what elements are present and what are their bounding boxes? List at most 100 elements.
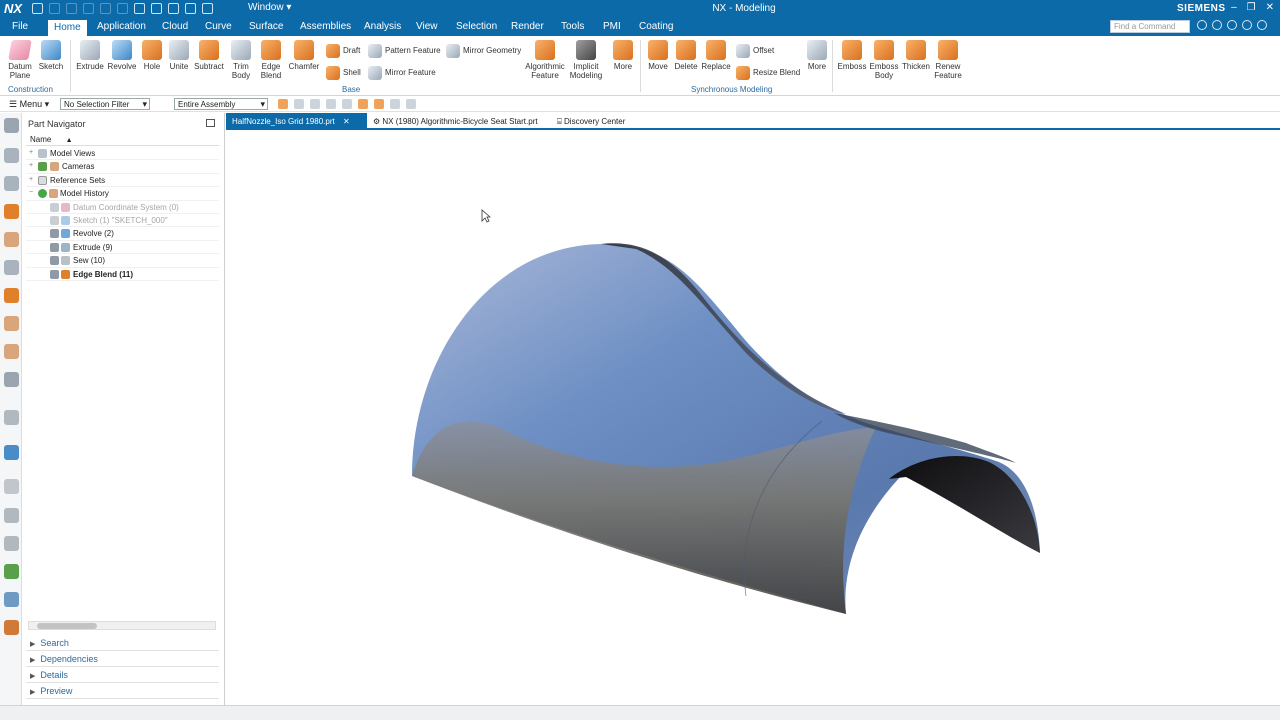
- tree-node-extrude[interactable]: Extrude (9): [26, 241, 219, 255]
- pattern-feature-button[interactable]: Pattern Feature: [368, 44, 441, 58]
- tab-cloud[interactable]: Cloud: [162, 21, 188, 32]
- mirror-feature-button[interactable]: Mirror Feature: [368, 66, 436, 80]
- tab-selection[interactable]: Selection: [456, 21, 497, 32]
- select-face-icon[interactable]: [310, 99, 320, 109]
- show-hide-icon[interactable]: [390, 99, 400, 109]
- tree-node-edge-blend[interactable]: Edge Blend (11): [26, 268, 219, 281]
- timeline-icon[interactable]: [4, 479, 19, 494]
- roles-icon[interactable]: [4, 288, 19, 303]
- tab-home[interactable]: Home: [48, 20, 87, 36]
- knowledge-icon[interactable]: [4, 508, 19, 523]
- selection-scope-dropdown[interactable]: Entire Assembly: [174, 98, 268, 110]
- minimize-button[interactable]: –: [1231, 2, 1237, 13]
- tree-node-model-history[interactable]: − Model History: [26, 187, 219, 201]
- restore-button[interactable]: ❐: [1247, 2, 1256, 13]
- window-list-icon[interactable]: [202, 3, 213, 14]
- emboss-button[interactable]: Emboss: [837, 40, 867, 71]
- draft-button[interactable]: Draft: [326, 44, 360, 58]
- paste-icon[interactable]: [117, 3, 128, 14]
- select-component-icon[interactable]: [374, 99, 384, 109]
- full-screen-icon[interactable]: [1227, 20, 1237, 30]
- reuse-library-icon[interactable]: [4, 232, 19, 247]
- palette-icon[interactable]: [4, 620, 19, 635]
- close-button[interactable]: ✕: [1266, 2, 1274, 13]
- expand-icon[interactable]: +: [29, 149, 33, 156]
- delete-button[interactable]: Delete: [673, 40, 699, 71]
- base-more-button[interactable]: More: [610, 40, 636, 71]
- tree-node-sketch[interactable]: Sketch (1) "SKETCH_000": [26, 214, 219, 228]
- constraint-navigator-icon[interactable]: [4, 176, 19, 191]
- revolve-button[interactable]: Revolve: [107, 40, 137, 71]
- checkmark-icon[interactable]: [1257, 20, 1267, 30]
- close-icon[interactable]: ✕: [343, 117, 350, 126]
- tab-view[interactable]: View: [416, 21, 438, 32]
- save-icon[interactable]: [32, 3, 43, 14]
- select-curve-icon[interactable]: [342, 99, 352, 109]
- algorithmic-feature-button[interactable]: Algorithmic Feature: [523, 40, 567, 80]
- sync-more-button[interactable]: More: [804, 40, 830, 71]
- copy-icon[interactable]: [100, 3, 111, 14]
- process-studio-icon[interactable]: [4, 344, 19, 359]
- simulation-icon[interactable]: [4, 564, 19, 579]
- tab-analysis[interactable]: Analysis: [364, 21, 401, 32]
- chamfer-button[interactable]: Chamfer: [288, 40, 320, 71]
- link-icon[interactable]: [185, 3, 196, 14]
- renew-feature-button[interactable]: Renew Feature: [933, 40, 963, 80]
- settings-icon[interactable]: [4, 118, 19, 133]
- command-search-input[interactable]: Find a Command: [1110, 20, 1190, 33]
- search-icon[interactable]: [4, 592, 19, 607]
- select-body-icon[interactable]: [358, 99, 368, 109]
- shell-button[interactable]: Shell: [326, 66, 361, 80]
- doc-tab-halfnozzle[interactable]: HalfNozzle_Iso Grid 1980.prt ✕: [226, 113, 367, 130]
- assembly-navigator-icon[interactable]: [4, 148, 19, 163]
- datum-plane-button[interactable]: Datum Plane: [6, 40, 34, 80]
- name-column-header[interactable]: Name ▲: [26, 133, 219, 146]
- expand-icon[interactable]: +: [29, 176, 33, 183]
- system-materials-icon[interactable]: [4, 316, 19, 331]
- trim-body-button[interactable]: Trim Body: [228, 40, 254, 80]
- undo-icon[interactable]: [49, 3, 60, 14]
- navigator-horizontal-scrollbar[interactable]: [28, 621, 216, 630]
- web-browser-icon[interactable]: [4, 445, 19, 460]
- visibility-icon[interactable]: [50, 256, 59, 266]
- filter-icon[interactable]: [406, 99, 416, 109]
- menu-button[interactable]: ☰ Menu ▾: [9, 99, 49, 110]
- visibility-icon[interactable]: [50, 269, 59, 279]
- tab-surface[interactable]: Surface: [249, 21, 283, 32]
- command-finder-icon[interactable]: [1197, 20, 1207, 30]
- visibility-icon[interactable]: [50, 215, 59, 225]
- voice-icon[interactable]: [168, 3, 179, 14]
- collapse-ribbon-icon[interactable]: [1212, 20, 1222, 30]
- tree-node-sew[interactable]: Sew (10): [26, 254, 219, 268]
- part-navigator-icon[interactable]: [4, 204, 19, 219]
- dependencies-panel[interactable]: ▶ Dependencies: [26, 651, 219, 667]
- scrollbar-thumb[interactable]: [37, 623, 97, 629]
- window-menu[interactable]: Window ▾: [248, 2, 291, 13]
- hd3d-tools-icon[interactable]: [4, 260, 19, 275]
- doc-tab-bicycle-seat[interactable]: ⚙ NX (1980) Algorithmic-Bicycle Seat Sta…: [367, 113, 544, 130]
- redo-icon[interactable]: [66, 3, 77, 14]
- visibility-icon[interactable]: [50, 202, 59, 212]
- snap-point-icon[interactable]: [294, 99, 304, 109]
- tree-node-cameras[interactable]: + Cameras: [26, 160, 219, 174]
- thicken-button[interactable]: Thicken: [901, 40, 931, 71]
- resize-blend-button[interactable]: Resize Blend: [736, 66, 800, 80]
- visibility-icon[interactable]: [50, 242, 59, 252]
- move-button[interactable]: Move: [645, 40, 671, 71]
- implicit-modeling-button[interactable]: Implicit Modeling: [567, 40, 605, 80]
- select-feature-icon[interactable]: [278, 99, 288, 109]
- mirror-geometry-button[interactable]: Mirror Geometry: [446, 44, 521, 58]
- emboss-body-button[interactable]: Emboss Body: [869, 40, 899, 80]
- unite-button[interactable]: Unite: [167, 40, 191, 71]
- history-icon[interactable]: [4, 372, 19, 387]
- tree-node-model-views[interactable]: + Model Views: [26, 147, 219, 161]
- tab-pmi[interactable]: PMI: [603, 21, 621, 32]
- maximize-panel-icon[interactable]: [206, 119, 215, 127]
- expand-icon[interactable]: +: [29, 162, 33, 169]
- help-icon[interactable]: [1242, 20, 1252, 30]
- offset-button[interactable]: Offset: [736, 44, 774, 58]
- doc-tab-discovery-center[interactable]: ⌸ Discovery Center: [551, 113, 631, 130]
- replace-button[interactable]: Replace: [700, 40, 732, 71]
- graphics-window[interactable]: [226, 131, 1280, 705]
- tree-node-revolve[interactable]: Revolve (2): [26, 227, 219, 241]
